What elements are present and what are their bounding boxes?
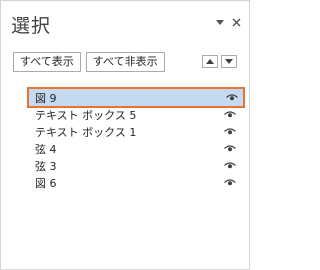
- shape-list-item[interactable]: 図 9: [27, 87, 245, 108]
- selection-pane: 選択 すべて表示 すべて非表示 図 9 テキスト ボックス 5 テキスト ボックス …: [0, 0, 250, 270]
- visibility-eye-icon[interactable]: [223, 144, 237, 154]
- shape-name: テキスト ボックス 5: [35, 108, 137, 122]
- hide-all-button[interactable]: すべて非表示: [85, 52, 165, 72]
- shape-list-item[interactable]: 弦 3: [31, 157, 241, 174]
- bring-forward-button[interactable]: [202, 55, 218, 68]
- shape-name: 弦 4: [35, 142, 57, 156]
- shape-name: テキスト ボックス 1: [35, 125, 137, 139]
- visibility-toolbar: すべて表示 すべて非表示: [13, 52, 165, 72]
- shape-name: 図 9: [35, 91, 57, 105]
- visibility-eye-icon[interactable]: [223, 178, 237, 188]
- close-icon[interactable]: [232, 15, 241, 30]
- visibility-eye-icon[interactable]: [223, 161, 237, 171]
- shape-list-item[interactable]: 弦 4: [31, 140, 241, 157]
- shape-list-item[interactable]: 図 6: [31, 174, 241, 191]
- shape-list-item[interactable]: テキスト ボックス 1: [31, 123, 241, 140]
- visibility-eye-icon[interactable]: [223, 110, 237, 120]
- triangle-up-icon: [206, 59, 214, 64]
- send-backward-button[interactable]: [221, 55, 237, 68]
- reorder-controls: [202, 55, 237, 68]
- shape-name: 弦 3: [35, 159, 57, 173]
- shape-list: 図 9 テキスト ボックス 5 テキスト ボックス 1 弦 4 弦 3 図 6: [27, 87, 245, 191]
- dropdown-arrow-icon[interactable]: [216, 17, 224, 28]
- pane-title: 選択: [11, 15, 52, 37]
- visibility-eye-icon[interactable]: [225, 93, 239, 103]
- pane-controls: [216, 15, 241, 30]
- triangle-down-icon: [225, 59, 233, 64]
- shape-list-item[interactable]: テキスト ボックス 5: [31, 106, 241, 123]
- visibility-eye-icon[interactable]: [223, 127, 237, 137]
- shape-name: 図 6: [35, 176, 57, 190]
- show-all-button[interactable]: すべて表示: [13, 52, 81, 72]
